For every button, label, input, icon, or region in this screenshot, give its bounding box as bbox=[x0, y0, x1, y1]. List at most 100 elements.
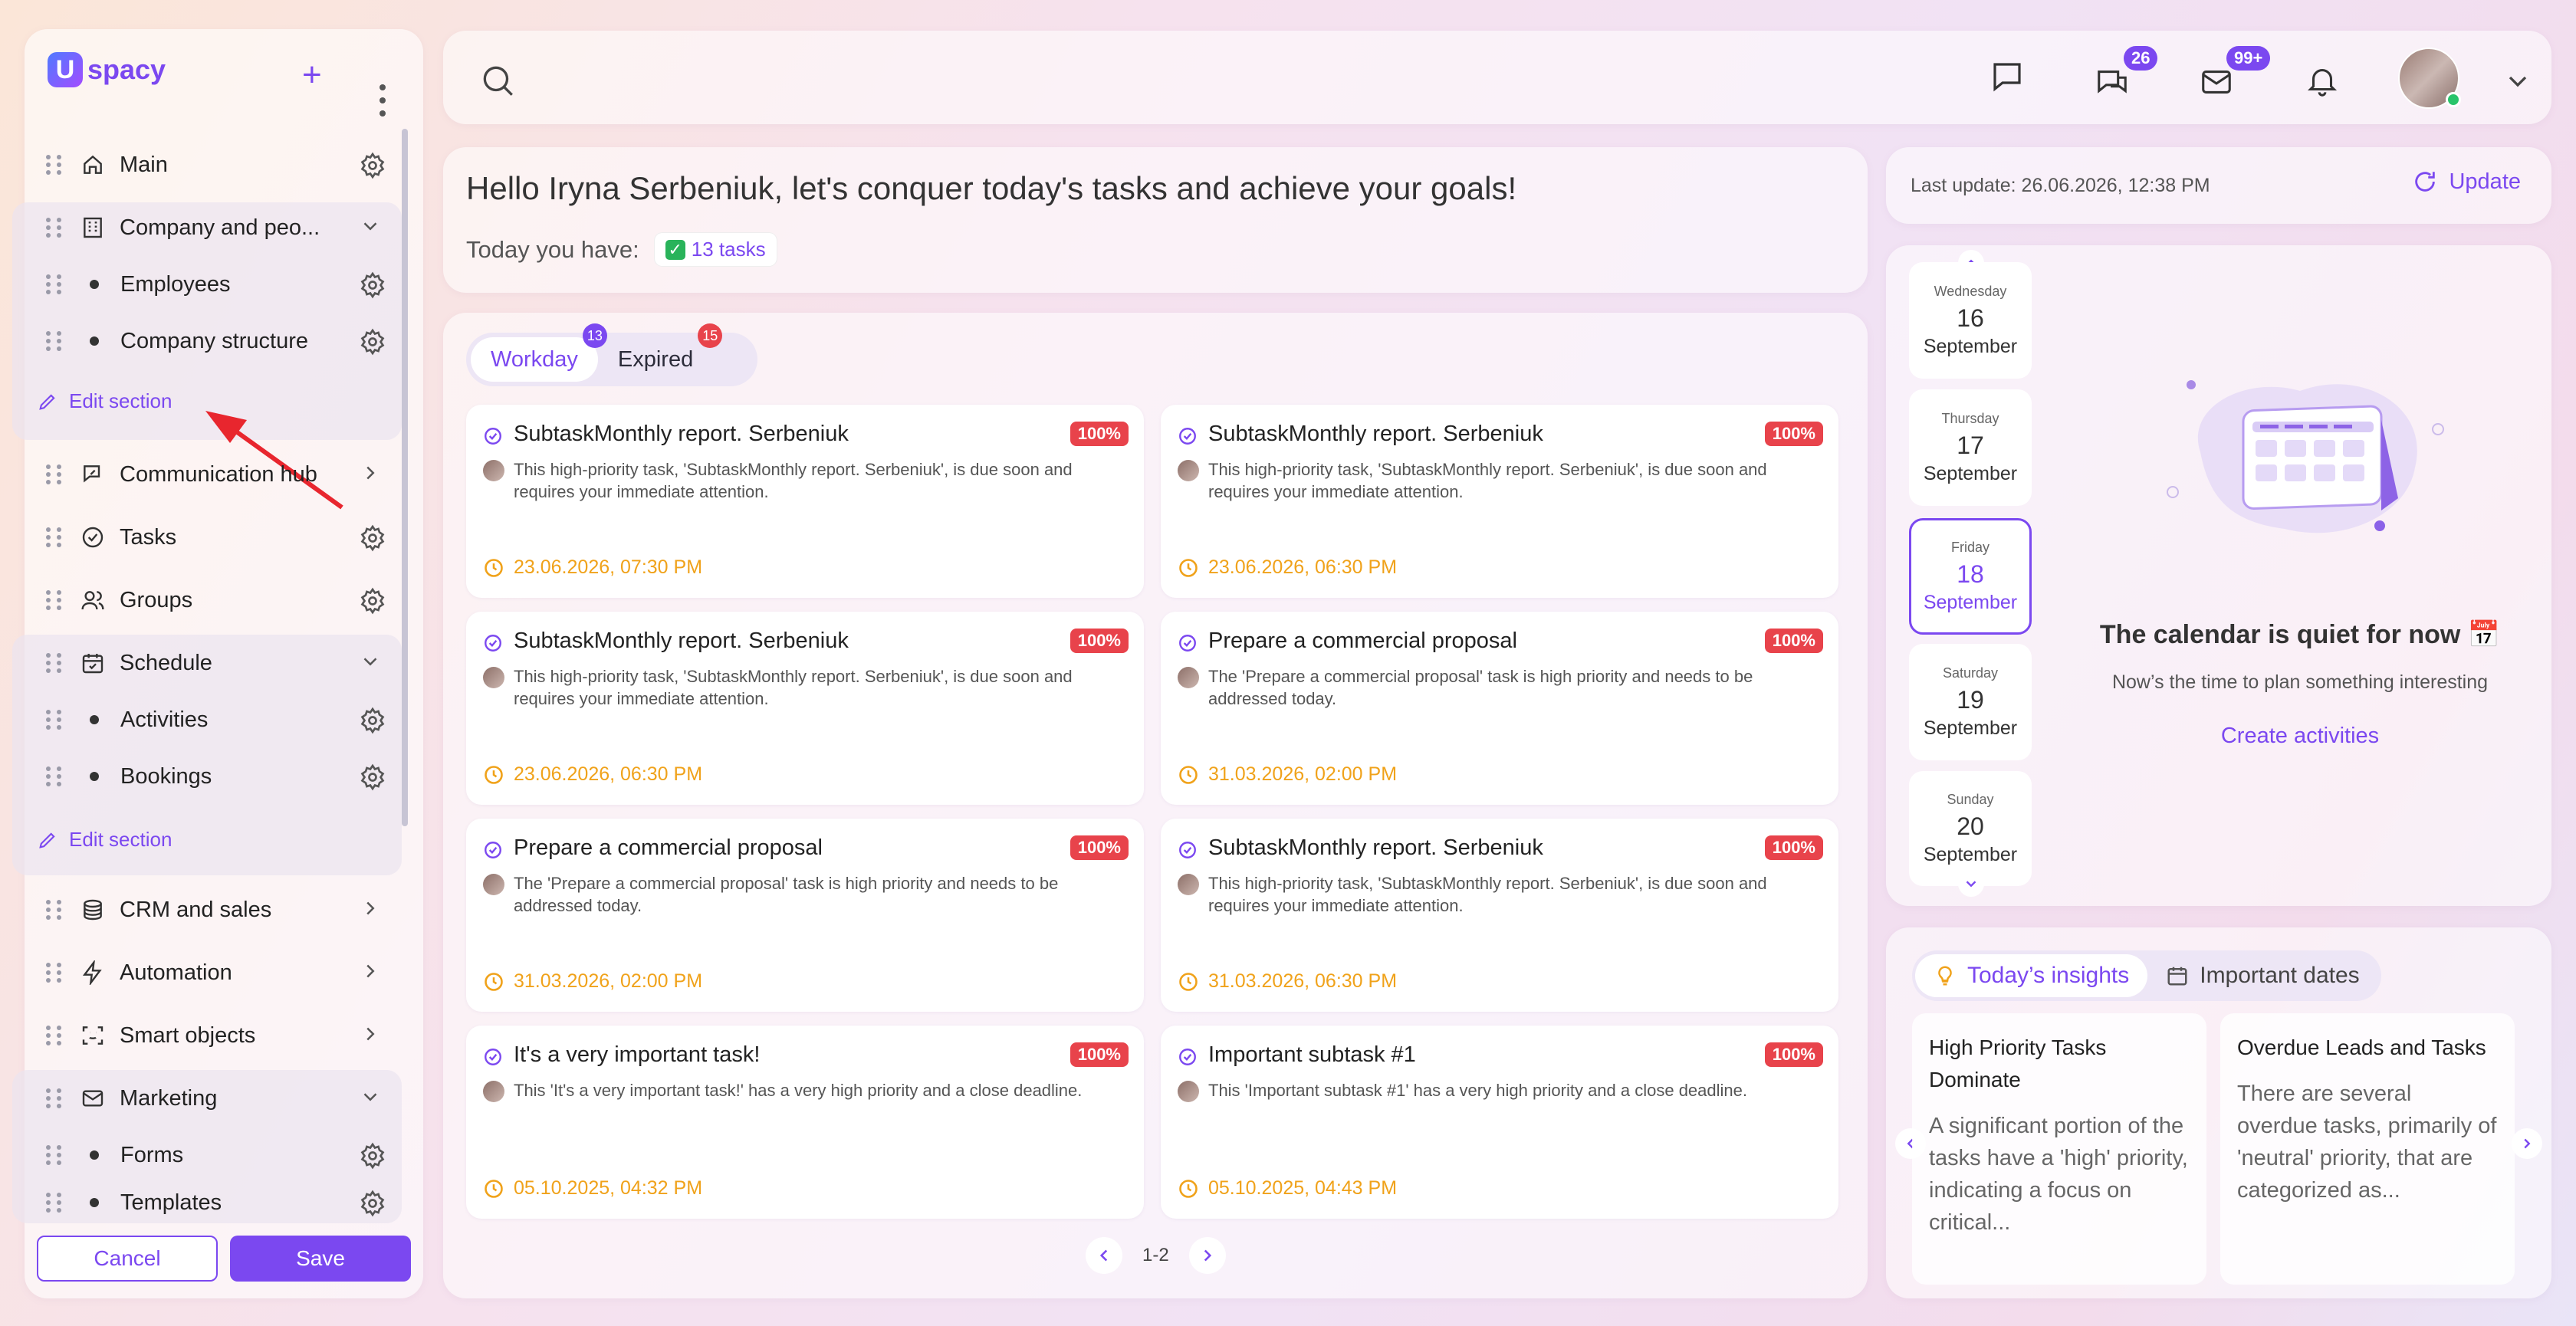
drag-handle-icon[interactable] bbox=[46, 1024, 63, 1047]
sidebar-item-automation[interactable]: Automation bbox=[23, 944, 399, 1001]
chevron-right-icon[interactable] bbox=[359, 960, 386, 987]
drag-handle-icon[interactable] bbox=[46, 1087, 63, 1110]
chevron-down-icon[interactable] bbox=[359, 650, 386, 678]
tab-important-dates[interactable]: Important dates bbox=[2147, 954, 2377, 997]
chevron-down-icon[interactable] bbox=[2502, 66, 2541, 104]
calendar-day-selected[interactable]: Friday 18 September bbox=[1909, 518, 2032, 635]
prev-page-button[interactable] bbox=[1086, 1237, 1122, 1274]
edit-section-link[interactable]: Edit section bbox=[37, 389, 172, 413]
search-icon[interactable] bbox=[478, 61, 517, 100]
task-card[interactable]: SubtaskMonthly report. Serbeniuk 100% This… bbox=[1161, 405, 1838, 598]
tasks-count-chip[interactable]: ✓ 13 tasks bbox=[654, 233, 777, 266]
tab-expired[interactable]: Expired 15 bbox=[598, 323, 723, 382]
sidebar-item-schedule[interactable]: Schedule bbox=[23, 635, 399, 691]
sidebar-item-groups[interactable]: Groups bbox=[23, 572, 399, 629]
task-card[interactable]: It's a very important task! 100% This 'It'… bbox=[466, 1026, 1144, 1219]
chevron-right-icon[interactable] bbox=[359, 1022, 386, 1050]
drag-handle-icon[interactable] bbox=[46, 1144, 63, 1167]
assignee-avatar[interactable] bbox=[483, 874, 504, 895]
gear-icon[interactable] bbox=[359, 1142, 386, 1170]
task-card[interactable]: Important subtask #1 100% This 'Important … bbox=[1161, 1026, 1838, 1219]
drag-handle-icon[interactable] bbox=[46, 765, 63, 788]
assignee-avatar[interactable] bbox=[483, 1081, 504, 1102]
gear-icon[interactable] bbox=[359, 1190, 386, 1217]
assignee-avatar[interactable] bbox=[483, 460, 504, 481]
assignee-avatar[interactable] bbox=[1178, 460, 1199, 481]
calendar-day[interactable]: Saturday 19 September bbox=[1909, 644, 2032, 760]
drag-handle-icon[interactable] bbox=[46, 898, 63, 921]
chevron-right-icon[interactable] bbox=[359, 897, 386, 924]
mail-icon[interactable] bbox=[2199, 64, 2237, 103]
insight-card[interactable]: Overdue Leads and Tasks There are severa… bbox=[2220, 1013, 2515, 1285]
update-button[interactable]: Update bbox=[2412, 169, 2521, 195]
drag-handle-icon[interactable] bbox=[46, 708, 63, 731]
tab-todays-insights[interactable]: Today’s insights bbox=[1915, 954, 2148, 997]
assignee-avatar[interactable] bbox=[1178, 874, 1199, 895]
drag-handle-icon[interactable] bbox=[46, 463, 63, 486]
assignee-avatar[interactable] bbox=[1178, 1081, 1199, 1102]
sidebar-item-smart-objects[interactable]: Smart objects bbox=[23, 1007, 399, 1064]
calendar-down-button[interactable] bbox=[1958, 871, 1984, 897]
calendar-day[interactable]: Thursday 17 September bbox=[1909, 389, 2032, 506]
sidebar-item-crm-and-sales[interactable]: CRM and sales bbox=[23, 881, 399, 938]
sidebar-item-tasks[interactable]: Tasks bbox=[23, 509, 399, 566]
tab-workday[interactable]: Workday 13 bbox=[471, 323, 607, 382]
cancel-button[interactable]: Cancel bbox=[37, 1236, 218, 1282]
chevron-down-icon[interactable] bbox=[359, 1085, 386, 1113]
chat-icon[interactable] bbox=[1989, 58, 2027, 97]
day-weekday: Sunday bbox=[1947, 791, 1994, 807]
sidebar-item-company-structure[interactable]: Company structure bbox=[23, 313, 399, 369]
chevron-down-icon[interactable] bbox=[359, 215, 386, 242]
drag-handle-icon[interactable] bbox=[46, 961, 63, 984]
day-number: 16 bbox=[1957, 304, 1984, 332]
drag-handle-icon[interactable] bbox=[46, 589, 63, 612]
more-vertical-icon[interactable] bbox=[379, 84, 386, 118]
save-button[interactable]: Save bbox=[230, 1236, 411, 1282]
chevron-right-icon[interactable] bbox=[359, 461, 386, 489]
bell-icon[interactable] bbox=[2305, 63, 2343, 101]
insights-next-button[interactable] bbox=[2512, 1128, 2542, 1159]
edit-section-link[interactable]: Edit section bbox=[37, 828, 172, 852]
gear-icon[interactable] bbox=[359, 524, 386, 552]
sidebar-item-main[interactable]: Main bbox=[23, 136, 399, 193]
assignee-avatar[interactable] bbox=[483, 667, 504, 688]
task-card[interactable]: SubtaskMonthly report. Serbeniuk 100% This… bbox=[466, 405, 1144, 598]
sidebar-item-label: Communication hub bbox=[120, 461, 317, 487]
sidebar-item-company-and-people[interactable]: Company and peo... bbox=[23, 199, 399, 256]
create-activities-link[interactable]: Create activities bbox=[2070, 724, 2530, 749]
drag-handle-icon[interactable] bbox=[46, 652, 63, 674]
sidebar-item-forms[interactable]: Forms bbox=[23, 1127, 399, 1183]
drag-handle-icon[interactable] bbox=[46, 216, 63, 239]
task-card[interactable]: Prepare a commercial proposal 100% The 'Pr… bbox=[1161, 612, 1838, 805]
gear-icon[interactable] bbox=[359, 763, 386, 791]
messages-icon[interactable] bbox=[2095, 64, 2133, 103]
insight-card[interactable]: High Priority Tasks Dominate A significa… bbox=[1912, 1013, 2206, 1285]
sidebar-item-activities[interactable]: Activities bbox=[23, 691, 399, 748]
drag-handle-icon[interactable] bbox=[46, 1191, 63, 1214]
sidebar-item-label: Marketing bbox=[120, 1085, 218, 1111]
task-card[interactable]: SubtaskMonthly report. Serbeniuk 100% This… bbox=[466, 612, 1144, 805]
assignee-avatar[interactable] bbox=[1178, 667, 1199, 688]
gear-icon[interactable] bbox=[359, 587, 386, 615]
task-card[interactable]: Prepare a commercial proposal 100% The 'Pr… bbox=[466, 819, 1144, 1012]
sidebar-item-marketing[interactable]: Marketing bbox=[23, 1070, 399, 1127]
gear-icon[interactable] bbox=[359, 328, 386, 356]
next-page-button[interactable] bbox=[1188, 1237, 1226, 1274]
sidebar-item-bookings[interactable]: Bookings bbox=[23, 748, 399, 805]
sidebar-item-communication-hub[interactable]: Communication hub bbox=[23, 446, 399, 503]
gear-icon[interactable] bbox=[359, 152, 386, 179]
sidebar-item-employees[interactable]: Employees bbox=[23, 256, 399, 313]
app-logo[interactable]: U spacy bbox=[48, 52, 166, 87]
top-bar: 26 99+ bbox=[443, 31, 2551, 124]
gear-icon[interactable] bbox=[359, 707, 386, 734]
drag-handle-icon[interactable] bbox=[46, 153, 63, 176]
gear-icon[interactable] bbox=[359, 271, 386, 299]
calendar-day[interactable]: Wednesday 16 September bbox=[1909, 262, 2032, 379]
drag-handle-icon[interactable] bbox=[46, 526, 63, 549]
sidebar-item-templates[interactable]: Templates bbox=[23, 1183, 399, 1222]
sidebar-scrollbar[interactable] bbox=[402, 129, 408, 826]
task-card[interactable]: SubtaskMonthly report. Serbeniuk 100% This… bbox=[1161, 819, 1838, 1012]
drag-handle-icon[interactable] bbox=[46, 330, 63, 353]
drag-handle-icon[interactable] bbox=[46, 273, 63, 296]
calendar-day[interactable]: Sunday 20 September bbox=[1909, 771, 2032, 886]
